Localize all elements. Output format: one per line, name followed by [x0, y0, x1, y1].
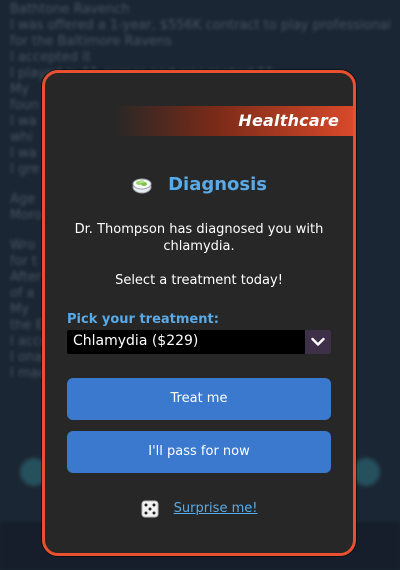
surprise-row: Surprise me!	[45, 498, 353, 518]
treatment-select[interactable]: Chlamydia ($229)	[67, 330, 331, 354]
surprise-me-link[interactable]: Surprise me!	[174, 501, 258, 516]
treat-me-button[interactable]: Treat me	[67, 378, 331, 420]
pick-treatment-label: Pick your treatment:	[67, 312, 219, 327]
diagnosis-message: Dr. Thompson has diagnosed you with chla…	[74, 222, 324, 254]
category-banner: Healthcare	[45, 106, 353, 136]
chevron-down-icon[interactable]	[305, 330, 331, 354]
diagnosis-modal: Healthcare Diagnosis Dr. Thompson has di…	[42, 70, 356, 556]
bg-line: for the Baltimore Ravens	[10, 34, 172, 49]
pass-button[interactable]: I'll pass for now	[67, 431, 331, 473]
bg-circle-icon	[352, 458, 380, 486]
bg-line: Bathtone Ravench	[10, 2, 130, 17]
category-label: Healthcare	[238, 111, 339, 130]
treatment-prompt: Select a treatment today!	[115, 273, 283, 288]
dialog-title: Diagnosis	[168, 173, 267, 195]
treatment-select-value: Chlamydia ($229)	[73, 333, 199, 349]
dice-icon	[141, 500, 159, 518]
bg-line: I accepted it	[10, 50, 91, 65]
title-row: Diagnosis	[45, 173, 353, 195]
pill-bottle-icon	[131, 173, 153, 195]
bg-line: I was offered a 1-year, $556K contract t…	[10, 18, 390, 33]
